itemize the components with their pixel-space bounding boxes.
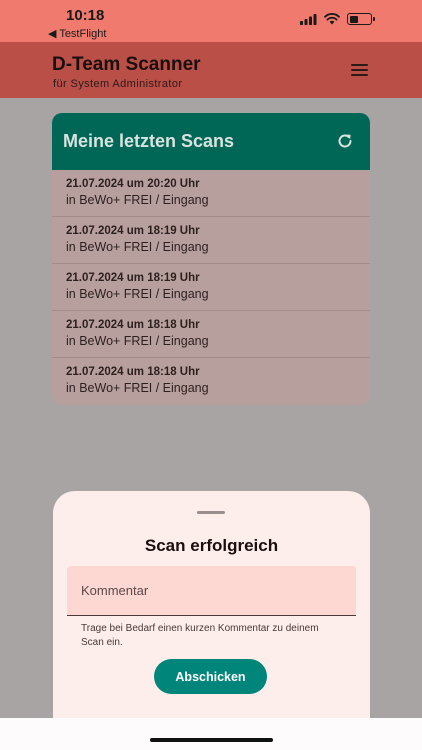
- scan-list-item: 21.07.2024 um 20:20 Uhr in BeWo+ FREI / …: [52, 170, 370, 217]
- status-time: 10:18: [66, 7, 105, 24]
- scan-success-sheet: Scan erfolgreich Trage bei Bedarf einen …: [53, 491, 370, 731]
- recent-scans-title: Meine letzten Scans: [63, 131, 235, 151]
- scan-date: 21.07.2024 um 18:18 Uhr: [66, 366, 200, 378]
- scan-location: in BeWo+ FREI / Eingang: [66, 334, 209, 348]
- scan-list-item: 21.07.2024 um 18:18 Uhr in BeWo+ FREI / …: [52, 358, 370, 405]
- sheet-title: Scan erfolgreich: [144, 536, 279, 555]
- app-title: D-Team Scanner: [52, 54, 201, 75]
- comment-input[interactable]: [67, 566, 356, 615]
- recent-scans-header: Meine letzten Scans: [52, 113, 370, 170]
- app-header: D-Team Scanner für System Administrator: [0, 42, 422, 98]
- battery-icon: [347, 13, 375, 25]
- scan-location: in BeWo+ FREI / Eingang: [66, 240, 209, 254]
- hamburger-menu-icon[interactable]: [351, 64, 368, 76]
- sheet-drag-handle[interactable]: [197, 511, 225, 514]
- scan-location: in BeWo+ FREI / Eingang: [66, 381, 209, 395]
- comment-helper-text: Trage bei Bedarf einen kurzen Kommentar …: [81, 623, 319, 648]
- scan-date: 21.07.2024 um 18:19 Uhr: [66, 272, 200, 284]
- scan-date: 21.07.2024 um 18:19 Uhr: [66, 225, 200, 237]
- bottom-safe-area: [0, 718, 422, 750]
- refresh-icon[interactable]: [336, 132, 354, 150]
- scan-list-item: 21.07.2024 um 18:19 Uhr in BeWo+ FREI / …: [52, 217, 370, 264]
- recent-scans-card: Meine letzten Scans 21.07.2024 um 20:20 …: [52, 113, 370, 405]
- scan-list-item: 21.07.2024 um 18:19 Uhr in BeWo+ FREI / …: [52, 264, 370, 311]
- cellular-signal-icon: [300, 13, 317, 25]
- scan-location: in BeWo+ FREI / Eingang: [66, 287, 209, 301]
- scan-date: 21.07.2024 um 20:20 Uhr: [66, 178, 200, 190]
- app-subtitle: für System Administrator: [53, 78, 183, 90]
- submit-button[interactable]: Abschicken: [154, 659, 267, 694]
- wifi-icon: [324, 13, 340, 25]
- home-indicator[interactable]: [150, 738, 273, 742]
- scan-list-item: 21.07.2024 um 18:18 Uhr in BeWo+ FREI / …: [52, 311, 370, 358]
- comment-field-container: [67, 566, 356, 616]
- scan-date: 21.07.2024 um 18:18 Uhr: [66, 319, 200, 331]
- testflight-back-link[interactable]: ◀ TestFlight: [48, 27, 106, 40]
- status-icons: [300, 13, 375, 25]
- scan-location: in BeWo+ FREI / Eingang: [66, 193, 209, 207]
- battery-level: [349, 15, 359, 23]
- status-bar: 10:18 ◀ TestFlight: [0, 0, 422, 42]
